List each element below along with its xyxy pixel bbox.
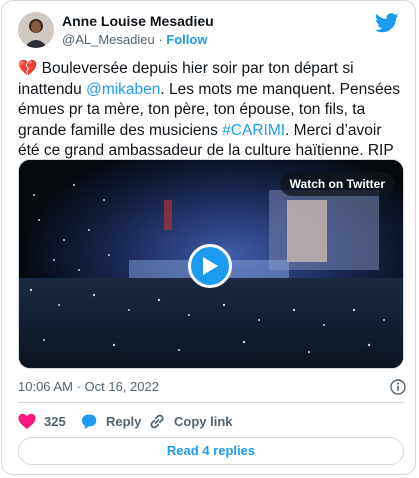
divider [18, 402, 404, 403]
author-handle[interactable]: @AL_Mesadieu [62, 32, 155, 47]
timestamp-separator: · [76, 379, 81, 394]
tweet-card: Anne Louise Mesadieu @AL_Mesadieu · Foll… [1, 0, 416, 475]
reply-button[interactable]: Reply [80, 413, 141, 430]
info-icon[interactable] [390, 379, 406, 395]
author-meta: @AL_Mesadieu · Follow [62, 32, 207, 47]
heart-icon [18, 413, 36, 429]
watch-on-twitter-button[interactable]: Watch on Twitter [279, 172, 395, 196]
avatar[interactable] [18, 12, 54, 48]
reply-icon [82, 414, 97, 429]
meta-separator: · [158, 32, 163, 47]
twitter-bird-icon[interactable] [375, 13, 399, 33]
play-icon [203, 257, 218, 275]
broken-heart-emoji: 💔 [18, 60, 38, 77]
tweet-date: Oct 16, 2022 [84, 379, 159, 394]
hashtag-link[interactable]: #CARIMI [222, 122, 285, 139]
read-replies-button[interactable]: Read 4 replies [18, 437, 404, 465]
copy-link-button[interactable]: Copy link [148, 413, 233, 430]
follow-button[interactable]: Follow [166, 32, 207, 47]
author-name[interactable]: Anne Louise Mesadieu [62, 13, 214, 29]
play-button[interactable] [188, 244, 232, 288]
copy-link-label: Copy link [174, 414, 233, 429]
link-icon [150, 414, 164, 429]
like-count: 325 [44, 414, 66, 429]
tweet-time: 10:06 AM [18, 379, 73, 394]
reply-label: Reply [106, 414, 142, 429]
tweet-timestamp[interactable]: 10:06 AM · Oct 16, 2022 [18, 379, 406, 395]
video-player[interactable]: Watch on Twitter [18, 159, 404, 369]
like-button[interactable]: 325 [18, 413, 66, 430]
mention-link[interactable]: @mikaben [86, 81, 160, 98]
